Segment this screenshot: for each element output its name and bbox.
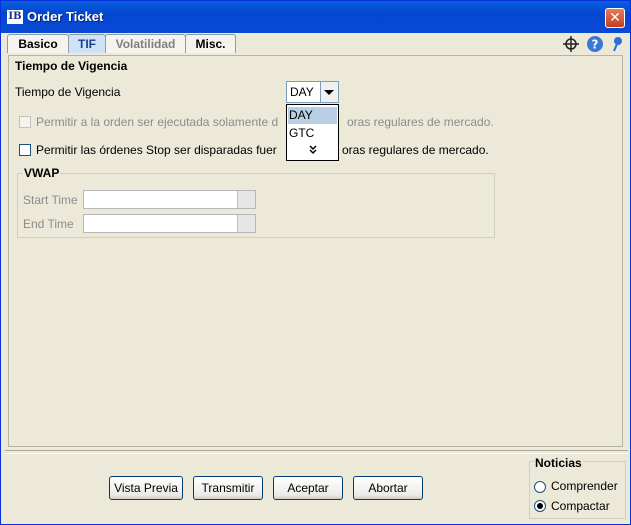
toolbar-icon-group: ? <box>563 36 622 52</box>
ib-app-icon: IB <box>7 10 23 24</box>
bottom-separator <box>5 450 628 454</box>
close-button[interactable]: ✕ <box>605 8 625 28</box>
tif-dropdown-list: DAY GTC <box>286 104 339 161</box>
tif-field-label: Tiempo de Vigencia <box>15 85 121 99</box>
calendar-icon[interactable] <box>237 191 255 208</box>
end-time-label: End Time <box>23 217 74 231</box>
chevron-down-icon[interactable] <box>320 82 338 102</box>
more-options-icon[interactable] <box>288 142 337 159</box>
tif-combobox[interactable]: DAY <box>286 81 339 103</box>
stop-outside-rth-label: Permitir las órdenes Stop ser disparadas… <box>36 143 277 157</box>
chevron-down-icon-shape <box>324 90 334 95</box>
radio-compactar-label: Compactar <box>551 499 610 513</box>
section-title-tif: Tiempo de Vigencia <box>15 59 128 73</box>
help-icon[interactable]: ? <box>587 36 603 52</box>
rth-only-label: Permitir a la orden ser ejecutada solame… <box>36 115 279 129</box>
tab-strip: Basico TIF Volatilidad Misc. <box>4 33 628 54</box>
radio-comprender[interactable] <box>534 481 546 493</box>
start-time-field[interactable] <box>83 190 256 209</box>
svg-text:?: ? <box>592 38 599 52</box>
stop-outside-rth-label-tail: oras regulares de mercado. <box>342 143 489 157</box>
order-ticket-window: IB Order Ticket ✕ Basico TIF Volatilidad… <box>0 0 631 525</box>
rth-only-checkbox[interactable] <box>19 116 31 128</box>
radio-compactar[interactable] <box>534 500 546 512</box>
tif-option-gtc[interactable]: GTC <box>288 125 337 142</box>
tif-option-day[interactable]: DAY <box>288 107 337 124</box>
news-title: Noticias <box>534 456 583 470</box>
abort-button[interactable]: Abortar <box>353 476 423 500</box>
vwap-title: VWAP <box>23 166 61 180</box>
start-time-label: Start Time <box>23 193 78 207</box>
radio-comprender-label: Comprender <box>551 479 618 493</box>
end-time-field[interactable] <box>83 214 256 233</box>
stop-outside-rth-checkbox[interactable] <box>19 144 31 156</box>
preview-button[interactable]: Vista Previa <box>109 476 183 500</box>
pin-icon[interactable] <box>613 37 622 52</box>
window-title: Order Ticket <box>27 9 104 24</box>
tab-basico[interactable]: Basico <box>7 34 69 53</box>
rth-only-label-tail: oras regulares de mercado. <box>347 115 494 129</box>
tab-tif[interactable]: TIF <box>68 34 106 53</box>
tab-volatilidad[interactable]: Volatilidad <box>105 34 186 53</box>
crosshair-icon[interactable] <box>563 36 579 52</box>
radio-selected-dot <box>537 503 543 509</box>
transmit-button[interactable]: Transmitir <box>193 476 263 500</box>
tif-selected-value: DAY <box>290 85 314 99</box>
toolbar-icons: ? <box>562 35 626 53</box>
double-chevron-down-icon <box>309 145 317 155</box>
tab-misc[interactable]: Misc. <box>185 34 236 53</box>
accept-button[interactable]: Aceptar <box>273 476 343 500</box>
title-bar[interactable]: IB Order Ticket ✕ <box>1 1 630 33</box>
calendar-icon[interactable] <box>237 215 255 232</box>
